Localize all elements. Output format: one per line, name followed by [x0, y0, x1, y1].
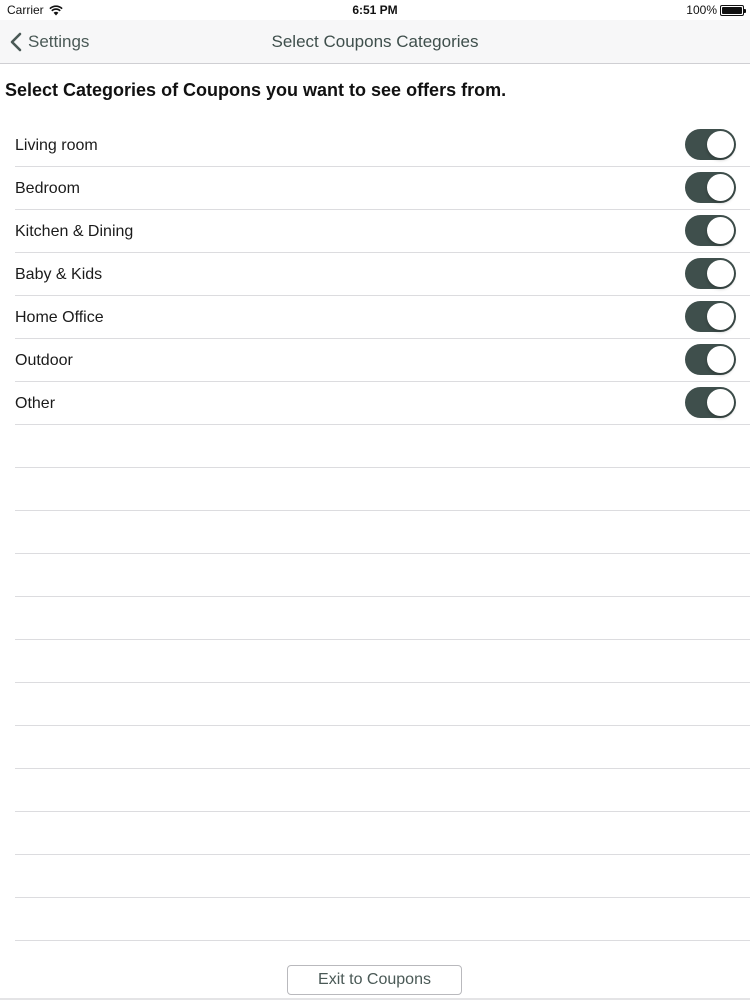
toggle-knob [707, 346, 734, 373]
category-label: Baby & Kids [15, 266, 103, 283]
empty-row [15, 726, 750, 769]
empty-row [15, 898, 750, 941]
battery-percent: 100% [686, 3, 717, 17]
category-label: Home Office [15, 309, 104, 326]
empty-row [15, 640, 750, 683]
empty-row [15, 511, 750, 554]
battery-indicator: 100% [686, 3, 746, 17]
empty-row [15, 468, 750, 511]
category-toggle[interactable] [685, 129, 736, 160]
category-row: Home Office [15, 296, 750, 339]
category-row: Kitchen & Dining [15, 210, 750, 253]
toggle-knob [707, 217, 734, 244]
toggle-knob [707, 174, 734, 201]
back-button-label: Settings [28, 32, 90, 51]
empty-row [15, 597, 750, 640]
category-label: Other [15, 395, 56, 412]
empty-row [15, 855, 750, 898]
toggle-knob [707, 389, 734, 416]
page-title: Select Coupons Categories [271, 32, 479, 51]
empty-row [15, 425, 750, 468]
toggle-knob [707, 260, 734, 287]
category-row: Living room [15, 124, 750, 167]
category-toggle[interactable] [685, 344, 736, 375]
empty-row [15, 812, 750, 855]
toggle-knob [707, 303, 734, 330]
category-row: Baby & Kids [15, 253, 750, 296]
instructions-heading: Select Categories of Coupons you want to… [5, 80, 507, 100]
category-label: Outdoor [15, 352, 73, 369]
battery-icon [720, 4, 746, 16]
status-time: 6:51 PM [352, 3, 398, 17]
empty-row [15, 769, 750, 812]
category-row: Outdoor [15, 339, 750, 382]
category-label: Bedroom [15, 180, 80, 197]
back-button[interactable]: Settings [10, 20, 89, 64]
exit-to-coupons-button[interactable]: Exit to Coupons [287, 965, 462, 995]
category-toggle[interactable] [685, 301, 736, 332]
category-row: Other [15, 382, 750, 425]
empty-row [15, 554, 750, 597]
toggle-knob [707, 131, 734, 158]
category-toggle[interactable] [685, 258, 736, 289]
navigation-bar: Settings Select Coupons Categories [0, 20, 750, 64]
category-list: Living room Bedroom Kitchen & Dining Bab… [15, 124, 750, 941]
category-toggle[interactable] [685, 172, 736, 203]
chevron-left-icon [10, 32, 22, 52]
status-bar: Carrier 6:51 PM 100% [0, 0, 750, 20]
category-toggle[interactable] [685, 387, 736, 418]
category-label: Living room [15, 137, 98, 154]
category-row: Bedroom [15, 167, 750, 210]
category-toggle[interactable] [685, 215, 736, 246]
empty-row [15, 683, 750, 726]
category-label: Kitchen & Dining [15, 223, 134, 240]
